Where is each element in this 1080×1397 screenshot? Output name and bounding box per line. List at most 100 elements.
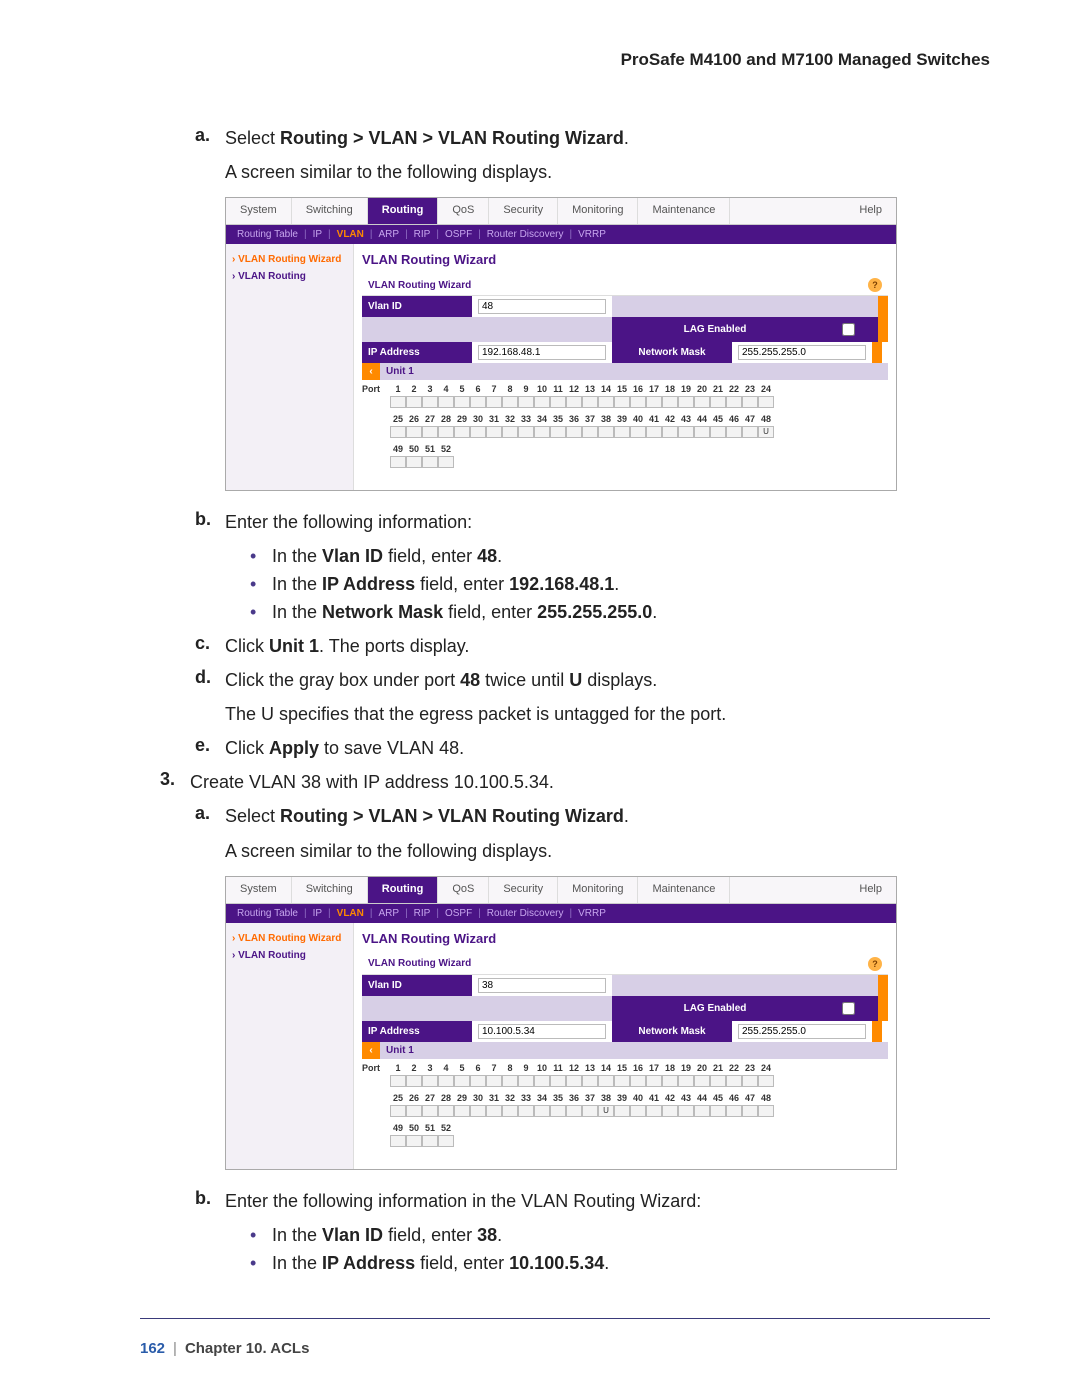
subtab-router discovery[interactable]: Router Discovery <box>487 229 564 240</box>
tab-help[interactable]: Help <box>845 198 896 224</box>
port-box-23[interactable] <box>742 396 758 408</box>
help-icon[interactable]: ? <box>868 278 882 292</box>
port-box-49[interactable] <box>390 1135 406 1147</box>
port-box-20[interactable] <box>694 1075 710 1087</box>
port-box-52[interactable] <box>438 1135 454 1147</box>
tab-security[interactable]: Security <box>489 877 558 903</box>
port-box-16[interactable] <box>630 1075 646 1087</box>
sidebar-item-vlan routing[interactable]: › VLAN Routing <box>232 271 347 282</box>
port-box-4[interactable] <box>438 1075 454 1087</box>
port-box-34[interactable] <box>534 1105 550 1117</box>
tab-switching[interactable]: Switching <box>292 198 368 224</box>
port-box-14[interactable] <box>598 1075 614 1087</box>
port-box-15[interactable] <box>614 1075 630 1087</box>
port-box-10[interactable] <box>534 396 550 408</box>
port-box-41[interactable] <box>646 1105 662 1117</box>
port-box-7[interactable] <box>486 1075 502 1087</box>
port-box-16[interactable] <box>630 396 646 408</box>
port-box-5[interactable] <box>454 1075 470 1087</box>
tab-monitoring[interactable]: Monitoring <box>558 198 638 224</box>
port-box-52[interactable] <box>438 456 454 468</box>
port-box-35[interactable] <box>550 426 566 438</box>
port-box-10[interactable] <box>534 1075 550 1087</box>
subtab-vrrp[interactable]: VRRP <box>578 229 606 240</box>
port-box-42[interactable] <box>662 1105 678 1117</box>
port-box-43[interactable] <box>678 426 694 438</box>
port-box-32[interactable] <box>502 426 518 438</box>
port-box-51[interactable] <box>422 1135 438 1147</box>
tab-help[interactable]: Help <box>845 877 896 903</box>
port-box-17[interactable] <box>646 396 662 408</box>
port-box-35[interactable] <box>550 1105 566 1117</box>
port-box-46[interactable] <box>726 426 742 438</box>
port-box-51[interactable] <box>422 456 438 468</box>
vlan-id-input[interactable] <box>478 299 606 314</box>
subtab-ospf[interactable]: OSPF <box>445 229 472 240</box>
unit-label[interactable]: Unit 1 <box>380 1042 888 1059</box>
port-box-19[interactable] <box>678 1075 694 1087</box>
port-box-24[interactable] <box>758 396 774 408</box>
port-box-36[interactable] <box>566 1105 582 1117</box>
ip-input[interactable] <box>478 345 606 360</box>
port-box-21[interactable] <box>710 396 726 408</box>
port-box-26[interactable] <box>406 1105 422 1117</box>
subtab-ip[interactable]: IP <box>313 229 322 240</box>
sidebar-item-vlan routing wizard[interactable]: › VLAN Routing Wizard <box>232 254 347 265</box>
subtab-vrrp[interactable]: VRRP <box>578 908 606 919</box>
subtab-vlan[interactable]: VLAN <box>337 908 364 919</box>
port-box-39[interactable] <box>614 426 630 438</box>
port-box-19[interactable] <box>678 396 694 408</box>
subtab-ip[interactable]: IP <box>313 908 322 919</box>
port-box-47[interactable] <box>742 1105 758 1117</box>
help-icon[interactable]: ? <box>868 957 882 971</box>
port-box-9[interactable] <box>518 396 534 408</box>
port-box-1[interactable] <box>390 1075 406 1087</box>
lag-checkbox[interactable] <box>842 323 855 336</box>
tab-maintenance[interactable]: Maintenance <box>638 198 730 224</box>
port-box-20[interactable] <box>694 396 710 408</box>
port-box-30[interactable] <box>470 1105 486 1117</box>
port-box-28[interactable] <box>438 1105 454 1117</box>
port-box-40[interactable] <box>630 426 646 438</box>
port-box-6[interactable] <box>470 396 486 408</box>
port-box-12[interactable] <box>566 396 582 408</box>
port-box-46[interactable] <box>726 1105 742 1117</box>
port-box-34[interactable] <box>534 426 550 438</box>
tab-routing[interactable]: Routing <box>368 877 439 903</box>
port-box-48[interactable] <box>758 1105 774 1117</box>
port-box-11[interactable] <box>550 396 566 408</box>
subtab-arp[interactable]: ARP <box>379 908 400 919</box>
tab-system[interactable]: System <box>226 198 292 224</box>
port-box-7[interactable] <box>486 396 502 408</box>
port-box-27[interactable] <box>422 1105 438 1117</box>
port-box-38[interactable]: U <box>598 1105 614 1117</box>
port-box-3[interactable] <box>422 396 438 408</box>
lag-checkbox[interactable] <box>842 1002 855 1015</box>
tab-qos[interactable]: QoS <box>438 198 489 224</box>
subtab-routing table[interactable]: Routing Table <box>237 229 298 240</box>
port-box-8[interactable] <box>502 396 518 408</box>
ip-input[interactable] <box>478 1024 606 1039</box>
subtab-rip[interactable]: RIP <box>414 908 431 919</box>
port-box-18[interactable] <box>662 1075 678 1087</box>
port-box-1[interactable] <box>390 396 406 408</box>
vlan-id-input[interactable] <box>478 978 606 993</box>
port-box-37[interactable] <box>582 1105 598 1117</box>
port-box-21[interactable] <box>710 1075 726 1087</box>
port-box-25[interactable] <box>390 426 406 438</box>
port-box-39[interactable] <box>614 1105 630 1117</box>
unit-toggle[interactable]: ‹ <box>362 1042 380 1059</box>
port-box-2[interactable] <box>406 1075 422 1087</box>
port-box-33[interactable] <box>518 1105 534 1117</box>
sidebar-item-vlan routing[interactable]: › VLAN Routing <box>232 950 347 961</box>
port-box-44[interactable] <box>694 1105 710 1117</box>
mask-input[interactable] <box>738 345 866 360</box>
port-box-11[interactable] <box>550 1075 566 1087</box>
subtab-ospf[interactable]: OSPF <box>445 908 472 919</box>
tab-maintenance[interactable]: Maintenance <box>638 877 730 903</box>
port-box-8[interactable] <box>502 1075 518 1087</box>
port-box-12[interactable] <box>566 1075 582 1087</box>
subtab-vlan[interactable]: VLAN <box>337 229 364 240</box>
subtab-rip[interactable]: RIP <box>414 229 431 240</box>
port-box-29[interactable] <box>454 1105 470 1117</box>
